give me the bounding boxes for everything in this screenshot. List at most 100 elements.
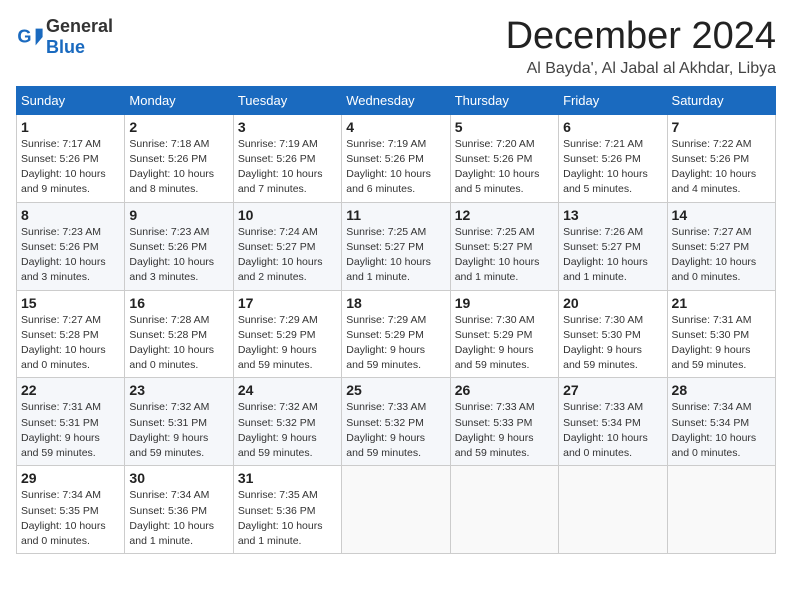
day-info: Sunrise: 7:30 AM Sunset: 5:30 PM Dayligh… xyxy=(563,313,662,374)
table-row: 6Sunrise: 7:21 AM Sunset: 5:26 PM Daylig… xyxy=(559,114,667,202)
day-info: Sunrise: 7:17 AM Sunset: 5:26 PM Dayligh… xyxy=(21,137,120,198)
day-number: 11 xyxy=(346,207,445,223)
day-number: 2 xyxy=(129,119,228,135)
day-info: Sunrise: 7:32 AM Sunset: 5:32 PM Dayligh… xyxy=(238,400,337,461)
day-number: 20 xyxy=(563,295,662,311)
day-number: 29 xyxy=(21,470,120,486)
table-row: 22Sunrise: 7:31 AM Sunset: 5:31 PM Dayli… xyxy=(17,378,125,466)
day-info: Sunrise: 7:25 AM Sunset: 5:27 PM Dayligh… xyxy=(346,225,445,286)
table-row: 18Sunrise: 7:29 AM Sunset: 5:29 PM Dayli… xyxy=(342,290,450,378)
week-row-5: 29 Sunrise: 7:34 AM Sunset: 5:35 PM Dayli… xyxy=(17,466,776,554)
day-number: 15 xyxy=(21,295,120,311)
table-row: 17 Sunrise: 7:29 AM Sunset: 5:29 PM Dayli… xyxy=(233,290,341,378)
table-row: 3 Sunrise: 7:19 AM Sunset: 5:26 PM Daylig… xyxy=(233,114,341,202)
day-number: 21 xyxy=(672,295,771,311)
table-row xyxy=(342,466,450,554)
day-info: Sunrise: 7:34 AM Sunset: 5:34 PM Dayligh… xyxy=(672,400,771,461)
day-number: 8 xyxy=(21,207,120,223)
day-info: Sunrise: 7:35 AM Sunset: 5:36 PM Dayligh… xyxy=(238,488,337,549)
day-info: Sunrise: 7:18 AM Sunset: 5:26 PM Dayligh… xyxy=(129,137,228,198)
table-row: 15 Sunrise: 7:27 AM Sunset: 5:28 PM Dayli… xyxy=(17,290,125,378)
table-row: 30 Sunrise: 7:34 AM Sunset: 5:36 PM Dayli… xyxy=(125,466,233,554)
logo-general: General xyxy=(46,16,113,36)
table-row: 4 Sunrise: 7:19 AM Sunset: 5:26 PM Daylig… xyxy=(342,114,450,202)
day-number: 9 xyxy=(129,207,228,223)
day-number: 14 xyxy=(672,207,771,223)
table-row: 13 Sunrise: 7:26 AM Sunset: 5:27 PM Dayli… xyxy=(559,202,667,290)
day-header-thursday: Thursday xyxy=(450,86,558,114)
table-row: 10Sunrise: 7:24 AM Sunset: 5:27 PM Dayli… xyxy=(233,202,341,290)
title-block: December 2024 Al Bayda', Al Jabal al Akh… xyxy=(506,16,776,78)
day-number: 4 xyxy=(346,119,445,135)
day-info: Sunrise: 7:29 AM Sunset: 5:29 PM Dayligh… xyxy=(238,313,337,374)
day-number: 17 xyxy=(238,295,337,311)
day-number: 19 xyxy=(455,295,554,311)
day-number: 13 xyxy=(563,207,662,223)
day-info: Sunrise: 7:21 AM Sunset: 5:26 PM Dayligh… xyxy=(563,137,662,198)
table-row: 12Sunrise: 7:25 AM Sunset: 5:27 PM Dayli… xyxy=(450,202,558,290)
day-info: Sunrise: 7:29 AM Sunset: 5:29 PM Dayligh… xyxy=(346,313,445,374)
day-info: Sunrise: 7:31 AM Sunset: 5:31 PM Dayligh… xyxy=(21,400,120,461)
table-row: 21 Sunrise: 7:31 AM Sunset: 5:30 PM Dayli… xyxy=(667,290,775,378)
day-number: 26 xyxy=(455,382,554,398)
day-header-monday: Monday xyxy=(125,86,233,114)
day-number: 31 xyxy=(238,470,337,486)
table-row xyxy=(559,466,667,554)
table-row: 1 Sunrise: 7:17 AM Sunset: 5:26 PM Daylig… xyxy=(17,114,125,202)
day-info: Sunrise: 7:28 AM Sunset: 5:28 PM Dayligh… xyxy=(129,313,228,374)
day-number: 25 xyxy=(346,382,445,398)
location-title: Al Bayda', Al Jabal al Akhdar, Libya xyxy=(506,60,776,78)
table-row: 19Sunrise: 7:30 AM Sunset: 5:29 PM Dayli… xyxy=(450,290,558,378)
day-number: 24 xyxy=(238,382,337,398)
table-row: 5Sunrise: 7:20 AM Sunset: 5:26 PM Daylig… xyxy=(450,114,558,202)
day-info: Sunrise: 7:26 AM Sunset: 5:27 PM Dayligh… xyxy=(563,225,662,286)
day-number: 1 xyxy=(21,119,120,135)
calendar-body: 1 Sunrise: 7:17 AM Sunset: 5:26 PM Daylig… xyxy=(17,114,776,553)
day-info: Sunrise: 7:20 AM Sunset: 5:26 PM Dayligh… xyxy=(455,137,554,198)
table-row xyxy=(450,466,558,554)
table-row: 23 Sunrise: 7:32 AM Sunset: 5:31 PM Dayli… xyxy=(125,378,233,466)
table-row: 20 Sunrise: 7:30 AM Sunset: 5:30 PM Dayli… xyxy=(559,290,667,378)
day-info: Sunrise: 7:23 AM Sunset: 5:26 PM Dayligh… xyxy=(21,225,120,286)
day-info: Sunrise: 7:33 AM Sunset: 5:34 PM Dayligh… xyxy=(563,400,662,461)
day-info: Sunrise: 7:34 AM Sunset: 5:35 PM Dayligh… xyxy=(21,488,120,549)
table-row: 8 Sunrise: 7:23 AM Sunset: 5:26 PM Daylig… xyxy=(17,202,125,290)
day-header-sunday: Sunday xyxy=(17,86,125,114)
day-number: 10 xyxy=(238,207,337,223)
day-number: 12 xyxy=(455,207,554,223)
day-info: Sunrise: 7:31 AM Sunset: 5:30 PM Dayligh… xyxy=(672,313,771,374)
day-header-tuesday: Tuesday xyxy=(233,86,341,114)
week-row-3: 15 Sunrise: 7:27 AM Sunset: 5:28 PM Dayli… xyxy=(17,290,776,378)
table-row: 2 Sunrise: 7:18 AM Sunset: 5:26 PM Daylig… xyxy=(125,114,233,202)
day-header-wednesday: Wednesday xyxy=(342,86,450,114)
day-info: Sunrise: 7:27 AM Sunset: 5:27 PM Dayligh… xyxy=(672,225,771,286)
week-row-1: 1 Sunrise: 7:17 AM Sunset: 5:26 PM Daylig… xyxy=(17,114,776,202)
logo-text: General Blue xyxy=(46,16,113,58)
day-number: 30 xyxy=(129,470,228,486)
day-info: Sunrise: 7:23 AM Sunset: 5:26 PM Dayligh… xyxy=(129,225,228,286)
day-number: 3 xyxy=(238,119,337,135)
table-row: 14 Sunrise: 7:27 AM Sunset: 5:27 PM Dayli… xyxy=(667,202,775,290)
day-info: Sunrise: 7:34 AM Sunset: 5:36 PM Dayligh… xyxy=(129,488,228,549)
table-row: 7 Sunrise: 7:22 AM Sunset: 5:26 PM Daylig… xyxy=(667,114,775,202)
table-row: 29 Sunrise: 7:34 AM Sunset: 5:35 PM Dayli… xyxy=(17,466,125,554)
day-info: Sunrise: 7:32 AM Sunset: 5:31 PM Dayligh… xyxy=(129,400,228,461)
week-row-2: 8 Sunrise: 7:23 AM Sunset: 5:26 PM Daylig… xyxy=(17,202,776,290)
table-row: 28 Sunrise: 7:34 AM Sunset: 5:34 PM Dayli… xyxy=(667,378,775,466)
day-header-saturday: Saturday xyxy=(667,86,775,114)
table-row: 11 Sunrise: 7:25 AM Sunset: 5:27 PM Dayli… xyxy=(342,202,450,290)
table-row xyxy=(667,466,775,554)
day-info: Sunrise: 7:27 AM Sunset: 5:28 PM Dayligh… xyxy=(21,313,120,374)
logo: G General Blue xyxy=(16,16,113,58)
day-number: 7 xyxy=(672,119,771,135)
day-info: Sunrise: 7:19 AM Sunset: 5:26 PM Dayligh… xyxy=(238,137,337,198)
day-info: Sunrise: 7:19 AM Sunset: 5:26 PM Dayligh… xyxy=(346,137,445,198)
day-info: Sunrise: 7:33 AM Sunset: 5:32 PM Dayligh… xyxy=(346,400,445,461)
day-info: Sunrise: 7:22 AM Sunset: 5:26 PM Dayligh… xyxy=(672,137,771,198)
table-row: 9 Sunrise: 7:23 AM Sunset: 5:26 PM Daylig… xyxy=(125,202,233,290)
day-number: 23 xyxy=(129,382,228,398)
day-number: 28 xyxy=(672,382,771,398)
page-header: G General Blue December 2024 Al Bayda', … xyxy=(16,16,776,78)
day-number: 27 xyxy=(563,382,662,398)
table-row: 26Sunrise: 7:33 AM Sunset: 5:33 PM Dayli… xyxy=(450,378,558,466)
